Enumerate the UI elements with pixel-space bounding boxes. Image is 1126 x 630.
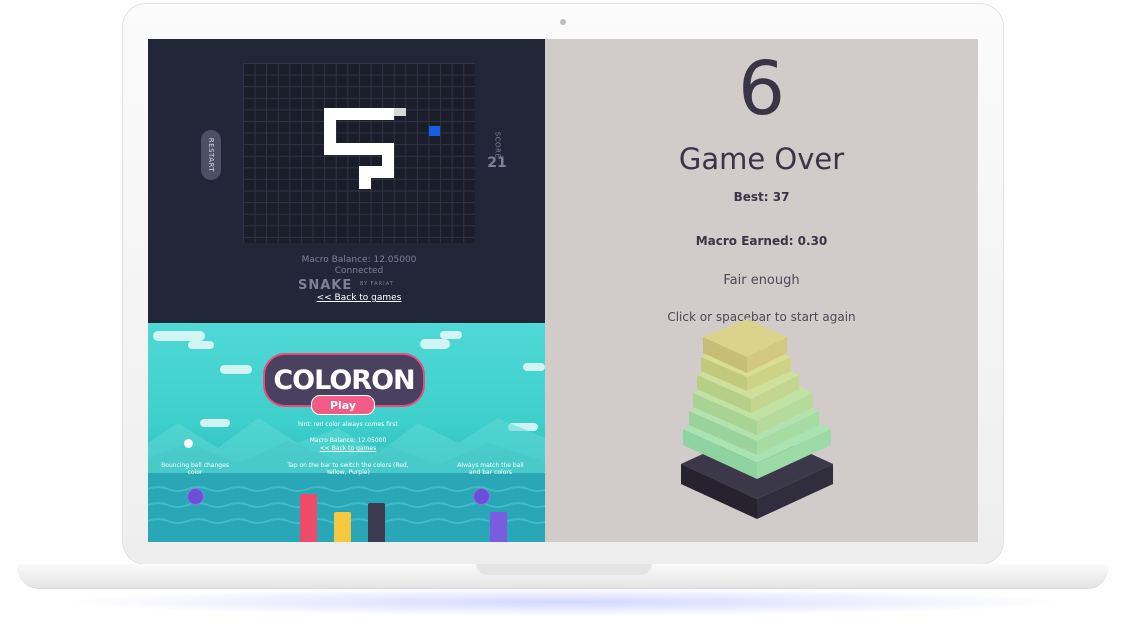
instruction-right: Always match the ball and bar colors — [457, 462, 524, 476]
coloron-macro-balance: Macro Balance: 12.05000 — [309, 437, 387, 444]
back-to-games-link[interactable]: << Back to games — [243, 293, 475, 303]
snake-title: SNAKE — [298, 278, 353, 293]
cloud — [420, 339, 450, 349]
example-ball-left — [187, 488, 204, 505]
bar-red[interactable] — [300, 494, 317, 542]
bouncing-ball — [184, 439, 193, 448]
cloud — [220, 365, 252, 374]
cloud — [440, 331, 462, 339]
coloron-game-panel[interactable]: COLORON Play hint: red color always come… — [148, 323, 545, 542]
score-value: 21 — [487, 155, 507, 171]
coloron-back-link[interactable]: << Back to games — [248, 445, 448, 452]
snake-food — [429, 126, 440, 136]
current-score: 6 — [737, 46, 786, 132]
instruction-center: Tap on the bar to switch the colors (Red… — [287, 462, 409, 476]
bar-yellow[interactable] — [334, 512, 351, 542]
macro-earned: Macro Earned: 0.30 — [695, 234, 828, 248]
snake-board[interactable] — [243, 63, 475, 243]
snake-head — [394, 108, 406, 116]
restart-label: RESTART — [207, 137, 216, 173]
example-ball-right — [473, 488, 490, 505]
bar-dark[interactable] — [368, 503, 385, 542]
instruction-left: Bouncing ball changes color — [161, 462, 229, 476]
block-tower — [681, 319, 833, 519]
cloud — [523, 363, 545, 371]
connection-status: Connected — [334, 266, 384, 276]
coloron-hint: hint: red color always comes first — [298, 421, 398, 428]
snake-segment — [359, 166, 371, 189]
snake-game-panel: RESTART SCORE 21 Macro Balance: 12.05000… — [148, 39, 545, 323]
game-over-title: Game Over — [678, 142, 845, 176]
laptop-shadow — [60, 588, 1070, 616]
cloud — [188, 341, 214, 349]
play-button[interactable]: Play — [311, 395, 375, 415]
cloud — [153, 331, 205, 341]
result-message: Fair enough — [723, 273, 800, 288]
webcam — [560, 19, 566, 25]
macro-balance: Macro Balance: 12.05000 — [301, 255, 417, 265]
best-score: Best: 37 — [733, 190, 790, 204]
snake-byline: BY FARIAT — [360, 281, 394, 287]
laptop-screen: RESTART SCORE 21 Macro Balance: 12.05000… — [148, 39, 978, 542]
restart-button[interactable]: RESTART — [201, 130, 221, 180]
stack-game-panel[interactable]: 6 Game Over Best: 37 Macro Earned: 0.30 … — [545, 39, 978, 542]
laptop-notch — [476, 564, 652, 575]
bar-purple — [490, 512, 507, 542]
